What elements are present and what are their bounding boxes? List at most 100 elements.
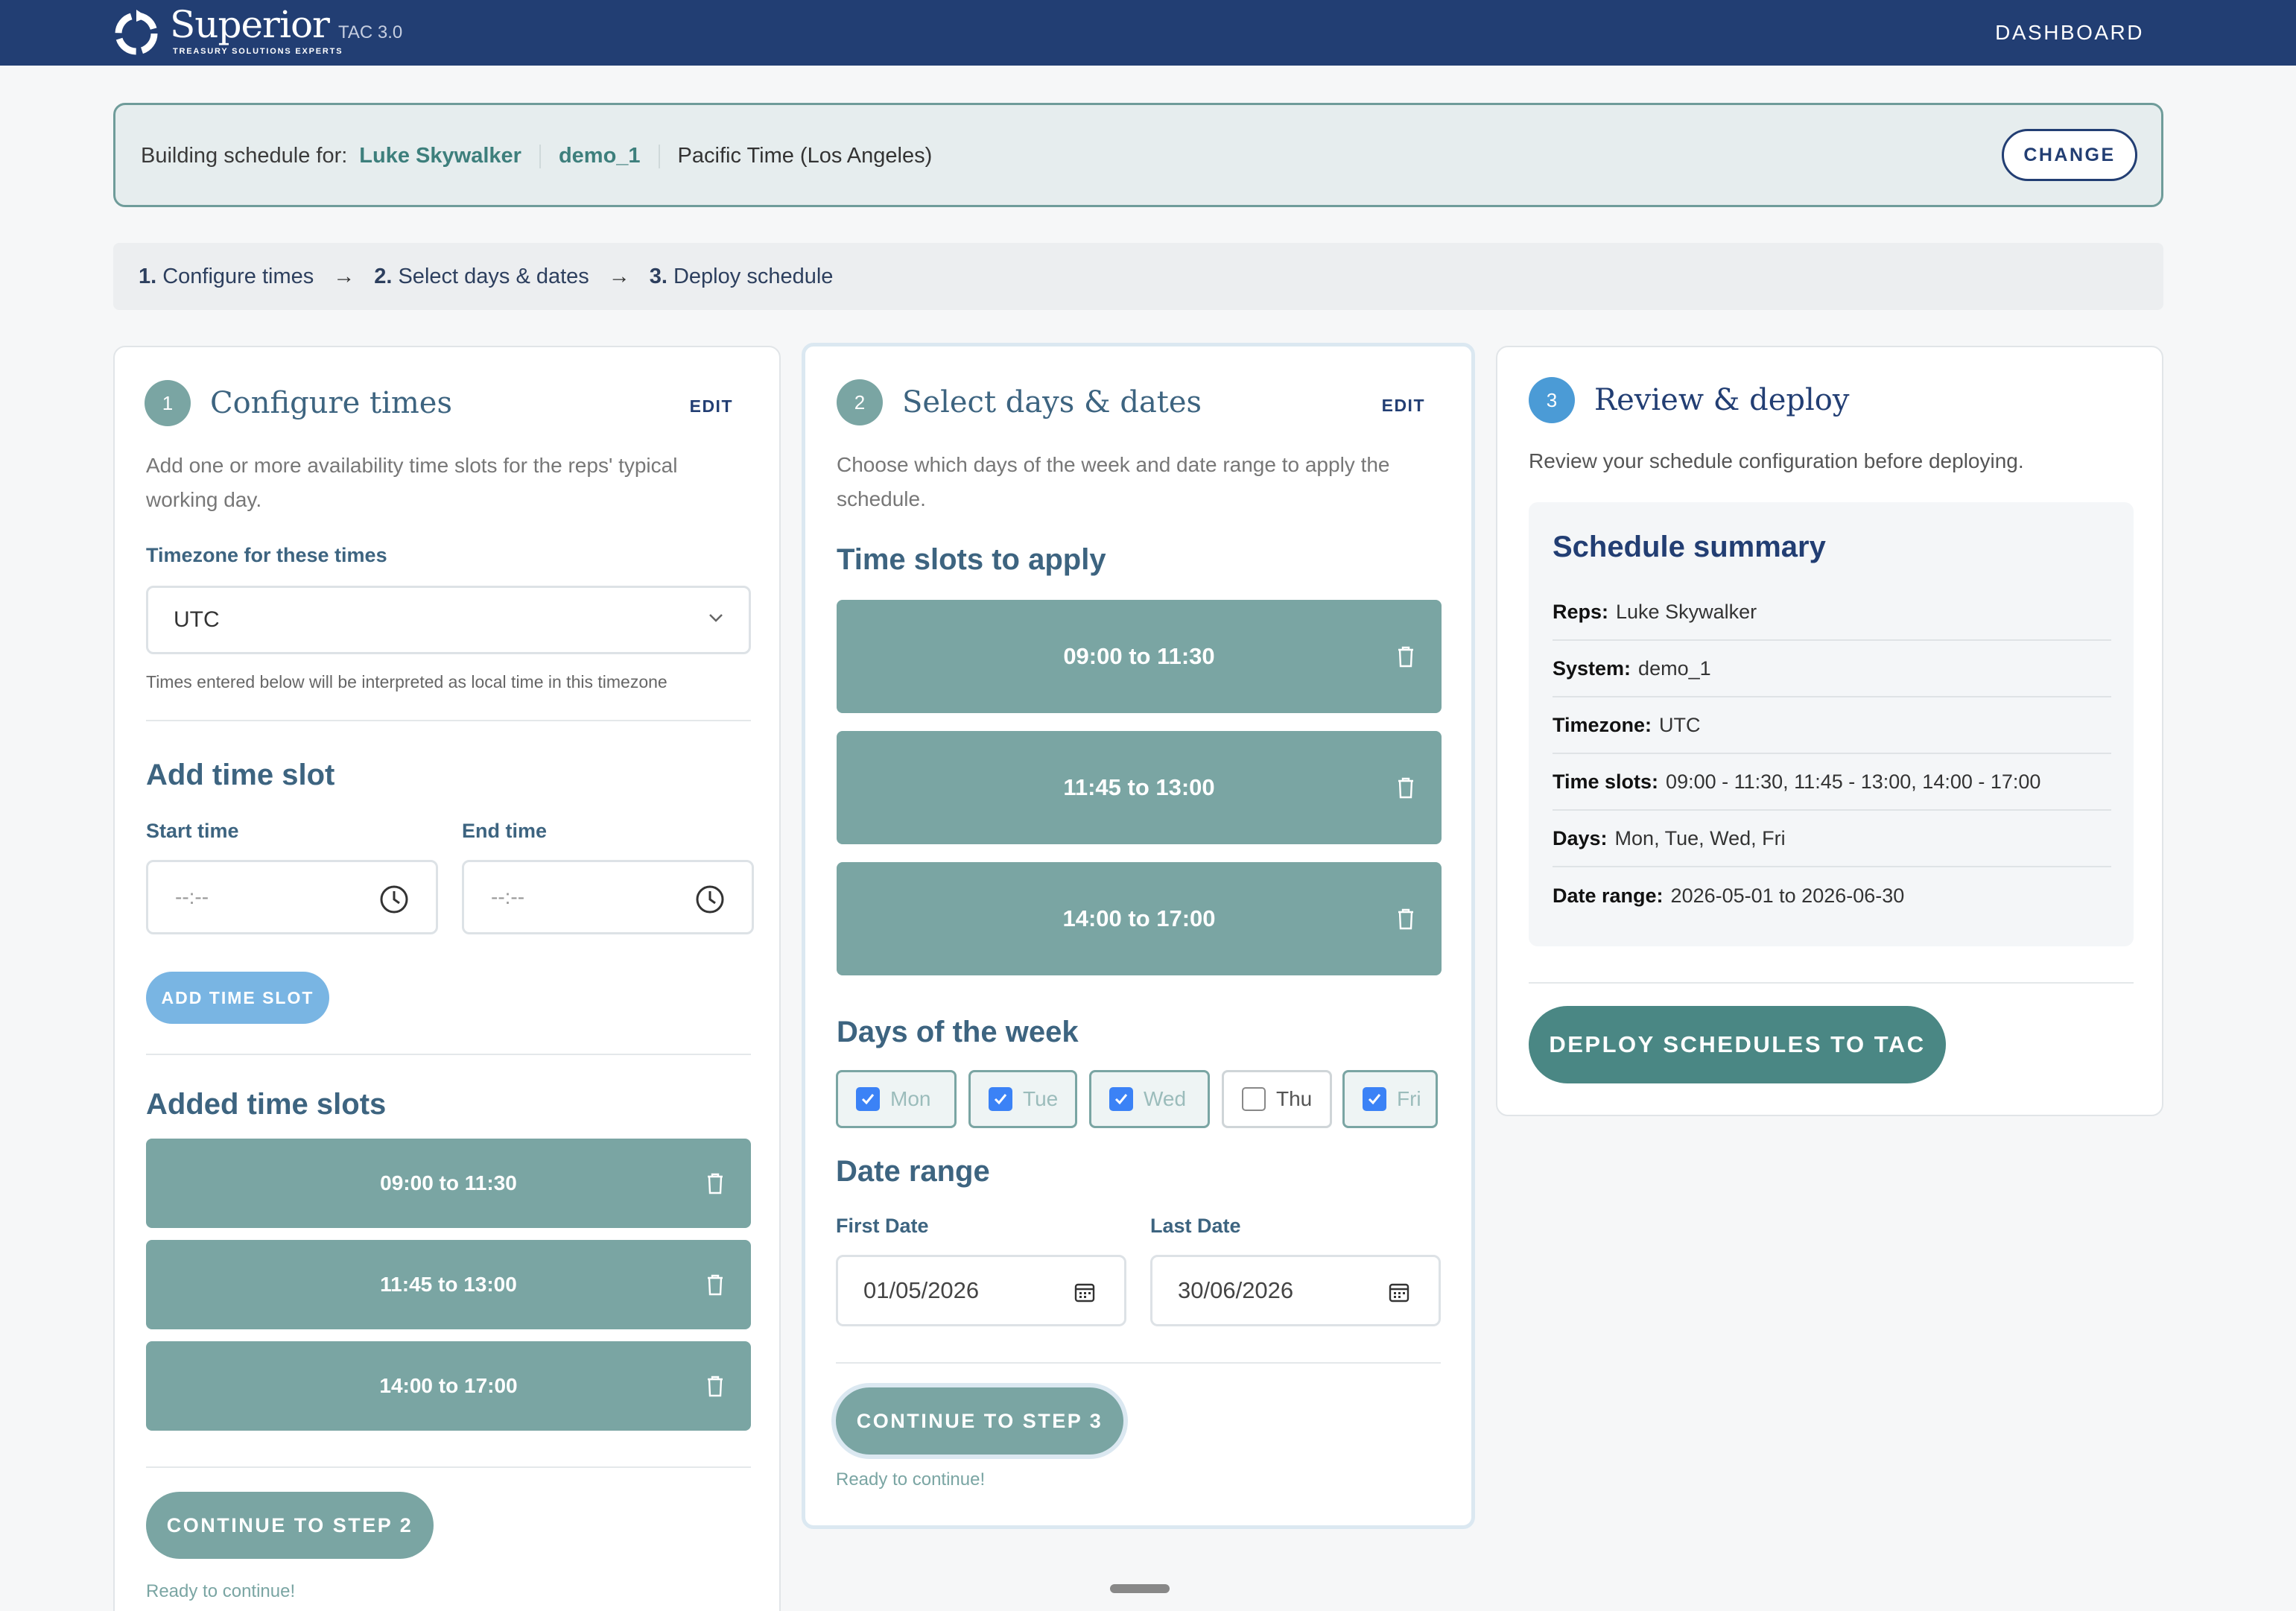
added-time-slots-heading: Added time slots [146,1088,387,1121]
nav-dashboard-link[interactable]: DASHBOARD [1995,21,2144,45]
timezone-select[interactable]: UTC [146,586,751,654]
step-number: 1. [139,264,157,288]
step-number: 3. [649,264,667,288]
day-checkbox-mon[interactable]: Mon [836,1070,957,1128]
select-description: Choose which days of the week and date r… [837,453,1390,510]
context-separator [539,144,541,168]
trash-icon[interactable] [1397,776,1415,799]
apply-slot-item: 09:00 to 11:30 [837,600,1442,713]
divider [146,1466,751,1468]
start-time-label: Start time [146,820,239,842]
trash-icon[interactable] [1397,645,1415,668]
divider [146,720,751,721]
app-version: TAC 3.0 [338,22,403,42]
clock-icon[interactable] [695,884,725,914]
add-time-slot-button[interactable]: ADD TIME SLOT [146,972,329,1024]
day-checkbox-tue[interactable]: Tue [968,1070,1077,1128]
end-time-input[interactable]: --:-- [462,860,754,934]
slot-label: 09:00 to 11:30 [1063,643,1215,669]
change-context-button[interactable]: CHANGE [2002,129,2137,181]
first-date-label: First Date [836,1215,929,1237]
checkbox-checked-icon [989,1087,1012,1111]
clock-icon[interactable] [379,884,409,914]
configure-times-card: 1 Configure times EDIT Add one or more a… [113,346,781,1611]
slot-label: 14:00 to 17:00 [379,1374,518,1397]
brand-logo[interactable]: Superior TREASURY SOLUTIONS EXPERTS [112,6,343,56]
step-number: 2. [374,264,393,288]
first-date-input[interactable]: 01/05/2026 [836,1255,1126,1326]
day-checkbox-wed[interactable]: Wed [1089,1070,1210,1128]
day-label: Tue [1023,1087,1059,1110]
summary-value: Mon, Tue, Wed, Fri [1614,826,1786,849]
step-2-badge: 2 [837,379,883,425]
breadcrumb-step-select[interactable]: Select days & dates [398,265,589,289]
day-label: Fri [1397,1087,1421,1110]
timezone-value: UTC [174,607,220,632]
trash-icon[interactable] [706,1273,724,1296]
summary-key: Date range: [1553,884,1664,907]
trash-icon[interactable] [706,1172,724,1194]
app-root: Superior TREASURY SOLUTIONS EXPERTS TAC … [0,0,2296,1611]
summary-key: Days: [1553,826,1608,849]
divider [146,1054,751,1055]
checkbox-checked-icon [1109,1087,1133,1111]
schedule-summary-title: Schedule summary [1553,531,1826,563]
trash-icon[interactable] [706,1375,724,1397]
select-ready-status: Ready to continue! [836,1469,986,1490]
last-date-value: 30/06/2026 [1178,1277,1294,1303]
scroll-handle[interactable] [1110,1584,1170,1593]
start-time-input[interactable]: --:-- [146,860,438,934]
trash-icon[interactable] [1397,908,1415,930]
end-time-label: End time [462,820,548,842]
added-slot-item: 09:00 to 11:30 [146,1139,751,1228]
arrow-right-icon: → [608,264,630,288]
add-time-slot-heading: Add time slot [146,759,335,791]
last-date-label: Last Date [1150,1215,1241,1237]
continue-to-step-2-button[interactable]: CONTINUE TO STEP 2 [146,1492,434,1559]
divider [1529,982,2134,984]
summary-row-reps: Reps: Luke Skywalker [1553,584,2111,641]
select-edit-link[interactable]: EDIT [1382,396,1425,416]
summary-value: UTC [1659,713,1701,736]
steps-breadcrumb: 1. Configure times → 2. Select days & da… [113,243,2163,310]
schedule-context-banner: Building schedule for: Luke Skywalker de… [113,103,2163,207]
summary-row-days: Days: Mon, Tue, Wed, Fri [1553,811,2111,867]
calendar-icon[interactable] [1074,1281,1096,1303]
context-system: demo_1 [558,144,641,168]
slot-label: 11:45 to 13:00 [1063,774,1215,800]
continue-to-step-3-button[interactable]: CONTINUE TO STEP 3 [836,1387,1123,1455]
day-checkbox-fri[interactable]: Fri [1342,1070,1438,1128]
context-timezone: Pacific Time (Los Angeles) [677,144,933,168]
checkbox-checked-icon [1363,1087,1386,1111]
deploy-schedules-button[interactable]: DEPLOY SCHEDULES TO TAC [1529,1006,1946,1083]
breadcrumb-step-deploy[interactable]: Deploy schedule [673,265,833,289]
last-date-input[interactable]: 30/06/2026 [1150,1255,1441,1326]
brand-name: Superior [170,3,330,46]
review-deploy-card: 3 Review & deploy Review your schedule c… [1496,346,2163,1116]
configure-ready-status: Ready to continue! [146,1581,296,1601]
start-time-placeholder: --:-- [175,885,209,908]
configure-times-title: Configure times [210,386,452,420]
time-slots-to-apply-heading: Time slots to apply [837,543,1106,576]
day-checkbox-thu[interactable]: Thu [1222,1070,1332,1128]
breadcrumb-step-configure[interactable]: Configure times [162,265,314,289]
summary-key: System: [1553,656,1631,680]
configure-edit-link[interactable]: EDIT [690,396,733,417]
arrow-right-icon: → [333,264,355,288]
checkbox-unchecked-icon [1242,1087,1266,1111]
added-slot-item: 14:00 to 17:00 [146,1341,751,1431]
summary-row-time-slots: Time slots: 09:00 - 11:30, 11:45 - 13:00… [1553,754,2111,811]
brand-wordmark: Superior TREASURY SOLUTIONS EXPERTS [170,6,343,56]
context-prefix: Building schedule for: [141,144,348,168]
summary-row-timezone: Timezone: UTC [1553,697,2111,754]
summary-key: Time slots: [1553,770,1659,793]
brand-tagline: TREASURY SOLUTIONS EXPERTS [173,47,343,56]
summary-row-date-range: Date range: 2026-05-01 to 2026-06-30 [1553,867,2111,924]
checkbox-checked-icon [856,1087,880,1111]
summary-value: 09:00 - 11:30, 11:45 - 13:00, 14:00 - 17… [1666,770,2041,793]
divider [836,1362,1441,1364]
select-days-card: 2 Select days & dates EDIT Choose which … [802,343,1475,1529]
timezone-hint: Times entered below will be interpreted … [146,672,667,691]
summary-value: Luke Skywalker [1616,600,1757,623]
calendar-icon[interactable] [1388,1281,1410,1303]
